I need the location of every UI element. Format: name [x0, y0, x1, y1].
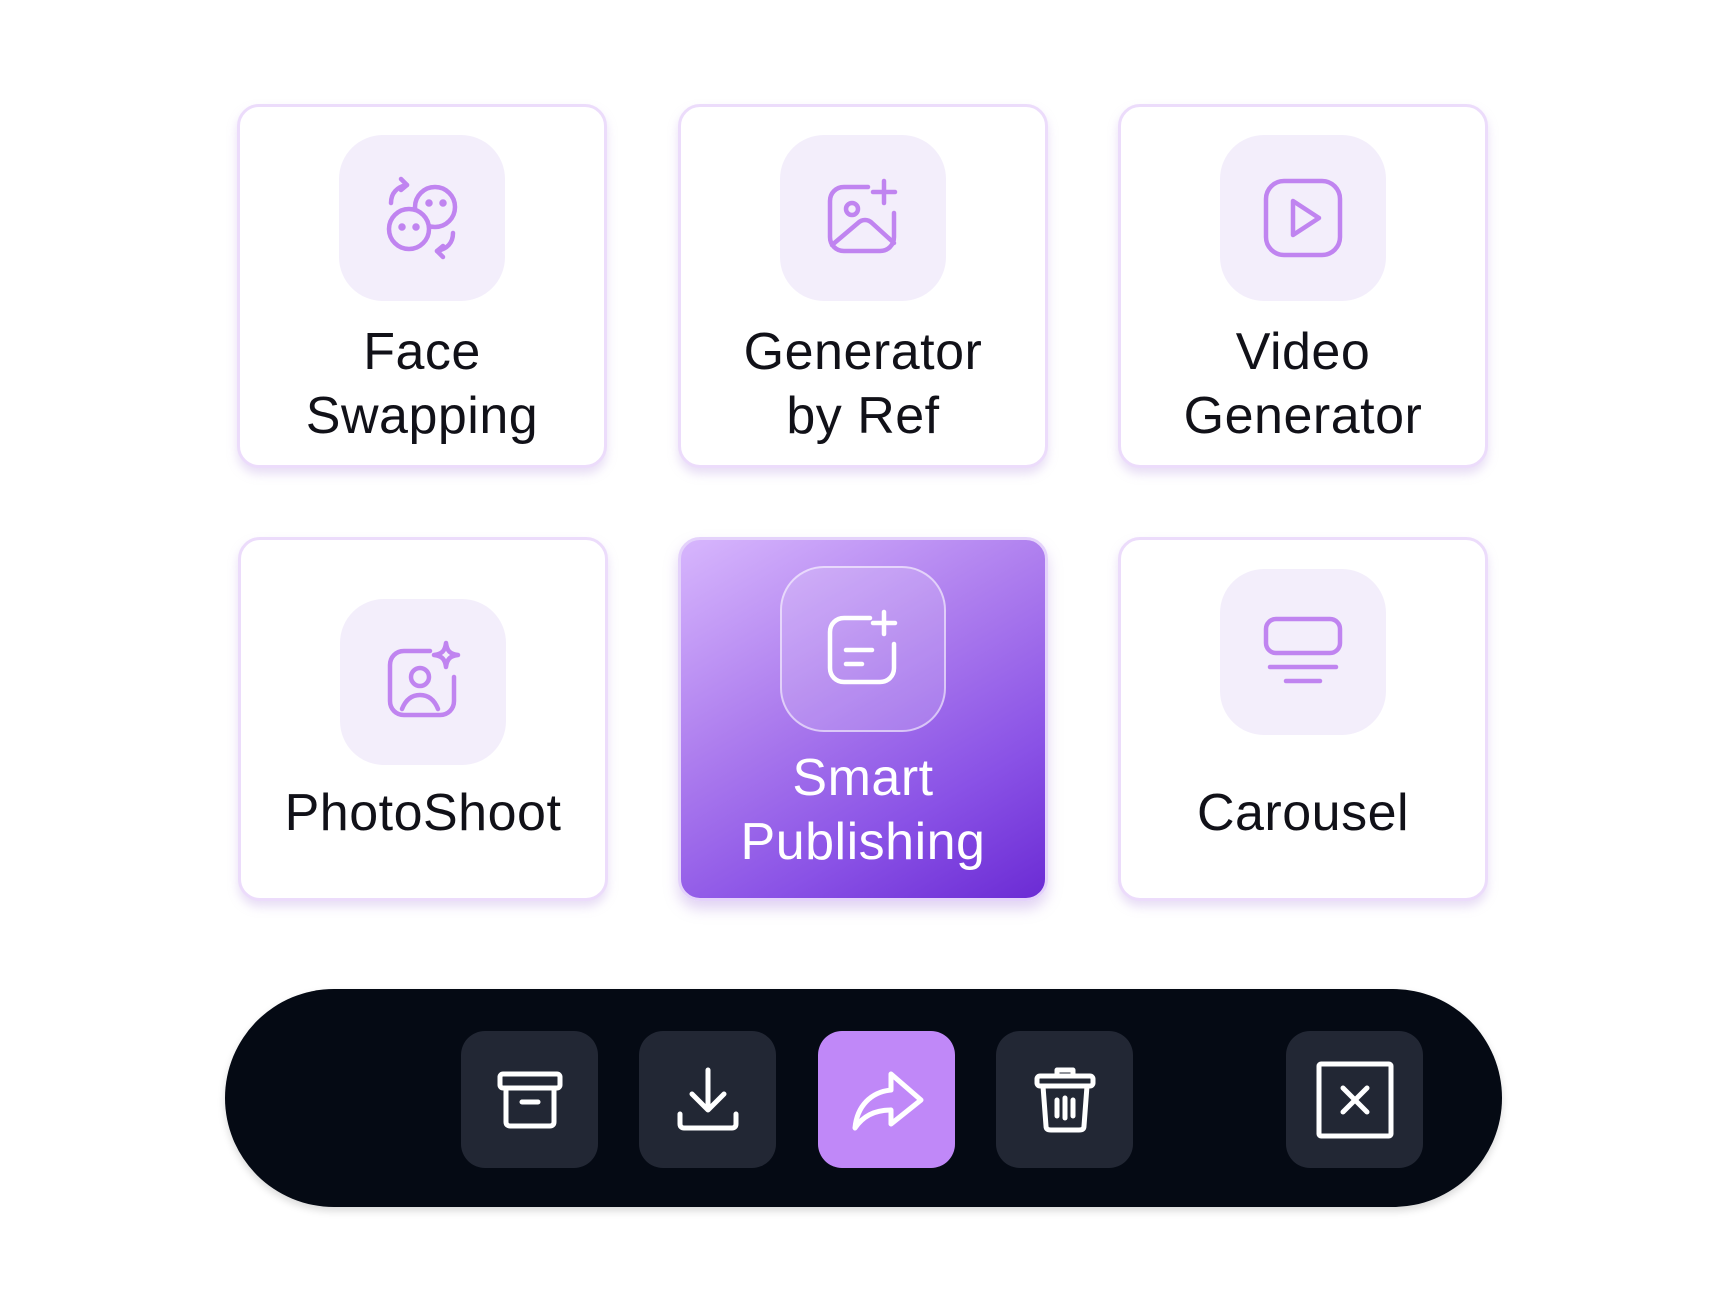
card-label-line: Swapping: [305, 387, 539, 445]
card-label-line: Generator: [743, 323, 983, 381]
card-smart-publishing[interactable]: Smart Publishing: [678, 537, 1048, 901]
delete-button[interactable]: [996, 1031, 1133, 1168]
card-label: Carousel: [1121, 781, 1485, 845]
face-swap-icon: [386, 176, 458, 260]
archive-button[interactable]: [461, 1031, 598, 1168]
card-photoshoot[interactable]: PhotoShoot: [238, 537, 608, 901]
close-button[interactable]: [1286, 1031, 1423, 1168]
card-label-line: Video: [1235, 323, 1371, 381]
card-label-line: Face: [363, 323, 481, 381]
card-label: Smart Publishing: [681, 746, 1045, 874]
carousel-icon: [1263, 616, 1343, 684]
archive-icon: [497, 1071, 562, 1128]
icon-tile: [780, 135, 946, 301]
card-label-line: PhotoShoot: [284, 784, 562, 842]
trash-icon: [1034, 1067, 1095, 1132]
card-label-line: Smart: [792, 749, 934, 807]
icon-tile: [780, 566, 946, 732]
action-toolbar: [225, 989, 1502, 1207]
card-label: Video Generator: [1121, 320, 1485, 448]
download-button[interactable]: [639, 1031, 776, 1168]
icon-tile: [339, 135, 505, 301]
card-generator-by-ref[interactable]: Generator by Ref: [678, 104, 1048, 468]
card-label-line: by Ref: [786, 387, 940, 445]
card-face-swapping[interactable]: Face Swapping: [237, 104, 607, 468]
close-icon: [1316, 1061, 1393, 1138]
icon-tile: [340, 599, 506, 765]
card-label: Generator by Ref: [681, 320, 1045, 448]
card-label: Face Swapping: [240, 320, 604, 448]
card-label-line: Generator: [1183, 387, 1423, 445]
image-add-icon: [827, 178, 898, 254]
download-icon: [677, 1067, 738, 1130]
icon-tile: [1220, 569, 1386, 735]
share-button[interactable]: [818, 1031, 955, 1168]
video-play-icon: [1263, 178, 1343, 258]
card-label: PhotoShoot: [241, 781, 605, 845]
post-add-icon: [827, 609, 898, 685]
icon-tile: [1220, 135, 1386, 301]
card-label-line: Carousel: [1196, 784, 1410, 842]
card-video-generator[interactable]: Video Generator: [1118, 104, 1488, 468]
card-label-line: Publishing: [740, 813, 986, 871]
portrait-sparkle-icon: [387, 640, 461, 718]
card-carousel[interactable]: Carousel: [1118, 537, 1488, 901]
share-icon: [852, 1071, 923, 1130]
